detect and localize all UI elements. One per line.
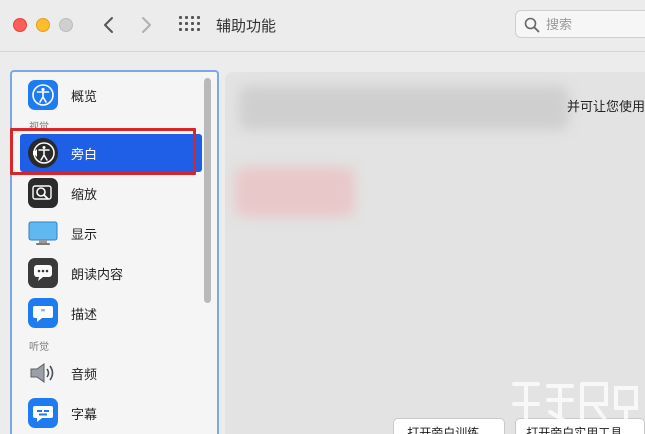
sidebar-item-captions[interactable]: 字幕 [20, 394, 202, 432]
voiceover-icon [28, 138, 58, 168]
chevron-right-icon [142, 17, 151, 33]
sidebar-item-label: 显示 [71, 227, 98, 243]
sidebar-item-display[interactable]: 显示 [20, 214, 202, 252]
forward-button[interactable] [136, 12, 158, 38]
minimize-window-button[interactable] [36, 18, 50, 32]
window-title: 辅助功能 [216, 17, 277, 35]
sidebar-item-spoken-content[interactable]: 朗读内容 [20, 254, 202, 292]
sidebar-item-audio[interactable]: 音频 [20, 354, 202, 392]
sidebar-item-label: 字幕 [71, 407, 98, 423]
search-field[interactable] [515, 10, 645, 38]
section-header-hearing: 听觉 [29, 342, 49, 353]
svg-text:": " [41, 309, 46, 319]
sidebar-item-overview[interactable]: 概览 [20, 76, 202, 114]
audio-speaker-icon [28, 358, 58, 388]
captions-icon [28, 398, 58, 428]
sidebar-item-zoom[interactable]: 缩放 [20, 174, 202, 212]
show-all-grid-button[interactable] [179, 16, 201, 34]
close-window-button[interactable] [13, 18, 27, 32]
blurred-content [235, 167, 355, 217]
search-input[interactable] [546, 15, 645, 35]
sidebar-item-label: 音频 [71, 367, 98, 383]
sidebar-item-label: 概览 [71, 89, 98, 105]
display-icon [28, 218, 58, 248]
search-icon [524, 17, 540, 33]
description-text: 并可让您使用 [567, 100, 645, 115]
sidebar-item-label: 朗读内容 [71, 267, 124, 283]
sidebar-item-label: 描述 [71, 307, 98, 323]
descriptions-icon: " [28, 298, 58, 328]
sidebar-item-voiceover[interactable]: 旁白 [20, 134, 202, 172]
title-bar: 辅助功能 [0, 0, 645, 52]
back-button[interactable] [97, 12, 119, 38]
sidebar-item-label: 缩放 [71, 187, 98, 203]
zoom-icon [28, 178, 58, 208]
blurred-content [239, 86, 569, 130]
section-header-vision: 视觉 [29, 122, 49, 133]
open-voiceover-training-button[interactable]: 打开旁白训练... [393, 418, 505, 434]
sidebar-scrollbar[interactable] [204, 78, 211, 303]
sidebar-item-label: 旁白 [71, 147, 98, 163]
chevron-left-icon [104, 17, 113, 33]
watermark-logo [512, 382, 638, 428]
sidebar[interactable]: 概览 视觉 旁白 缩放 显示 朗读内容 " 描述 听觉 音频 字幕 [10, 70, 219, 434]
sidebar-item-descriptions[interactable]: " 描述 [20, 294, 202, 332]
zoom-window-button[interactable] [59, 18, 73, 32]
speech-icon [28, 258, 58, 288]
accessibility-icon [28, 80, 58, 110]
